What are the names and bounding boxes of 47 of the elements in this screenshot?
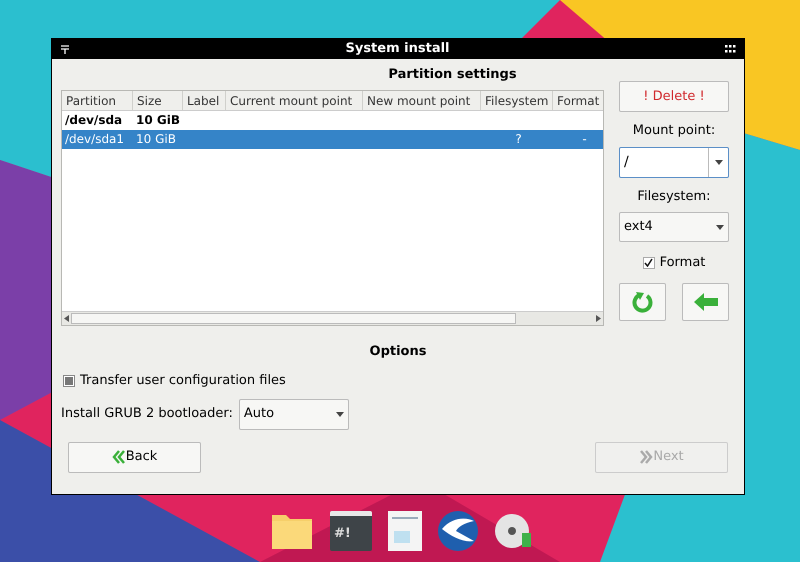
column-header[interactable]: Label <box>183 90 226 110</box>
globe-icon[interactable] <box>438 511 478 551</box>
refresh-button[interactable] <box>619 282 666 320</box>
format-checkbox[interactable] <box>642 256 655 269</box>
double-chevron-right-icon <box>639 450 654 464</box>
column-header[interactable]: Filesystem <box>481 90 553 110</box>
grub-label: Install GRUB 2 bootloader: <box>61 405 233 424</box>
table-row[interactable]: /dev/sda1 10 GiB ? - <box>62 130 603 148</box>
mount-point-label: Mount point: <box>632 122 716 140</box>
table-cell: /dev/sda <box>65 112 122 126</box>
refresh-icon <box>632 290 654 312</box>
window-title: System install <box>344 40 451 58</box>
table-cell: ? <box>515 132 522 146</box>
disc-icon[interactable] <box>494 511 534 551</box>
arrow-left-icon <box>694 292 718 310</box>
mount-point-combo[interactable]: / <box>619 146 729 178</box>
format-label: Format <box>660 254 706 272</box>
table-cell: 10 GiB <box>136 112 180 126</box>
column-header[interactable]: Size <box>133 90 183 110</box>
transfer-checkbox[interactable] <box>63 374 75 387</box>
grid-menu-icon[interactable] <box>725 45 736 53</box>
grub-dropdown[interactable]: Auto <box>238 398 349 430</box>
filesystem-label: Filesystem: <box>637 188 711 206</box>
dropdown-caret-icon <box>336 412 344 416</box>
delete-button[interactable]: ! Delete ! <box>619 81 729 112</box>
column-header[interactable]: New mount point <box>363 90 481 110</box>
terminal-icon[interactable]: #! <box>330 511 372 551</box>
table-row[interactable]: /dev/sda 10 GiB <box>62 110 603 130</box>
section-title: Partition settings <box>388 66 517 84</box>
column-header[interactable]: Current mount point <box>226 90 363 110</box>
scroll-left-icon[interactable] <box>64 314 69 322</box>
dropdown-caret-icon <box>716 224 724 230</box>
back-button[interactable]: Back <box>68 442 201 472</box>
transfer-label: Transfer user configuration files <box>80 372 286 390</box>
pin-icon[interactable] <box>60 44 70 54</box>
section-title: Options <box>370 342 426 360</box>
dropdown-caret-icon <box>714 160 722 164</box>
column-header[interactable]: Partition <box>62 90 133 110</box>
horizontal-scrollbar[interactable] <box>62 310 603 324</box>
apply-button[interactable] <box>682 282 729 320</box>
column-header[interactable]: Format <box>553 90 603 110</box>
table-cell: /dev/sda1 <box>65 132 124 146</box>
filesystem-dropdown[interactable]: ext4 <box>619 212 729 242</box>
table-cell: - <box>582 132 587 146</box>
double-chevron-left-icon <box>112 450 126 464</box>
table-cell: 10 GiB <box>136 132 176 146</box>
scrollbar-thumb[interactable] <box>71 312 516 324</box>
